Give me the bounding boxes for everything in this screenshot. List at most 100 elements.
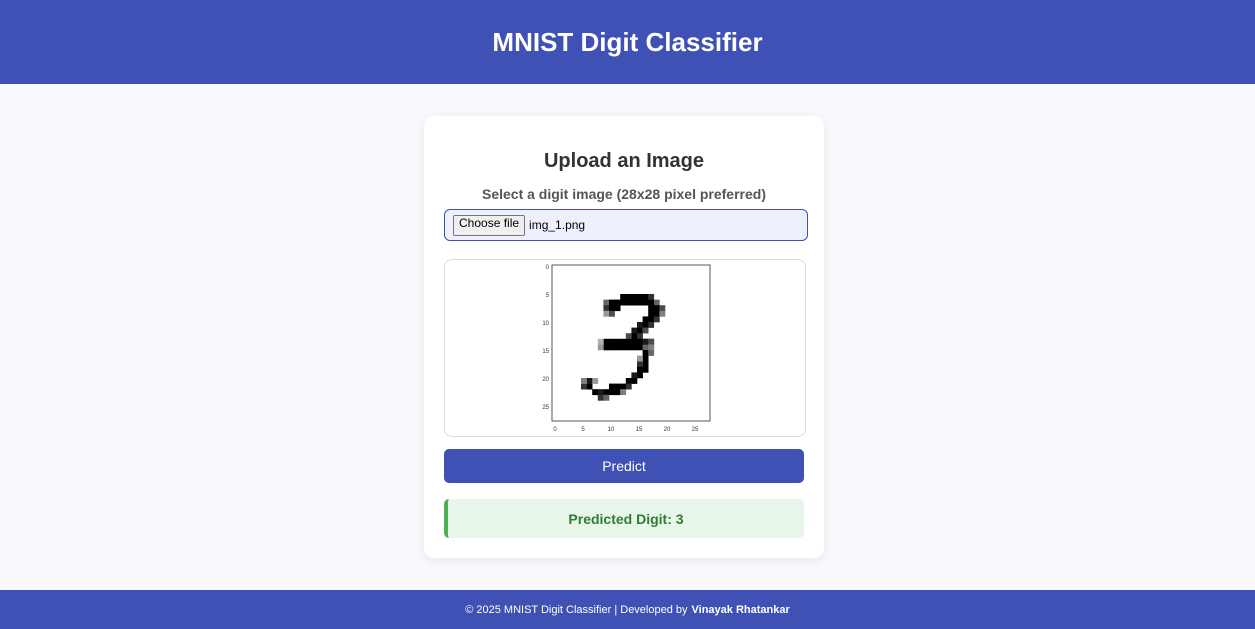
digit-pixel [625,378,632,384]
digit-pixel [609,299,615,306]
digit-pixel [614,338,621,345]
digit-pixel [653,310,660,317]
x-axis-ticks: 0 5 10 15 20 25 [553,427,699,433]
predict-button[interactable]: Predict [444,449,804,483]
x-tick-label: 10 [608,427,615,433]
footer-text: © 2025 MNIST Digit Classifier | Develope… [465,603,688,616]
digit-pixel [625,294,632,300]
x-tick-label: 25 [692,427,699,433]
digit-pixel [637,355,643,362]
digit-pixel [659,310,666,317]
digit-pixel [625,338,632,345]
digit-pixel [631,299,638,306]
y-tick-label: 0 [546,265,550,271]
digit-pixel [648,350,655,356]
digit-pixel [581,378,587,384]
digit-pixel [592,389,599,396]
digit-preview-plot: 0 5 10 15 20 25 0 5 10 15 20 25 [542,264,711,433]
digit-pixel [642,350,649,356]
prediction-result: Predicted Digit: 3 [444,499,804,538]
app-footer: © 2025 MNIST Digit Classifier | Develope… [0,590,1255,629]
digit-pixel [637,344,643,351]
digit-pixel [581,383,587,390]
digit-pixel [642,322,649,328]
digit-pixel [609,389,615,396]
digit-pixel [631,338,638,345]
digit-pixel [648,294,655,300]
digit-pixel [620,344,627,351]
digit-pixel [648,344,655,351]
digit-pixel [586,378,593,384]
digit-pixel [614,383,621,390]
digit-pixel [597,344,604,351]
digit-pixel [620,389,627,396]
digit-pixel [620,383,627,390]
y-tick-label: 10 [542,321,549,327]
digit-pixel [653,305,660,312]
digit-pixel [609,305,615,312]
digit-pixel-grid [581,294,666,401]
digit-pixel [609,383,615,390]
digit-pixel [625,333,632,340]
digit-pixel [637,333,643,340]
digit-pixel [637,372,643,379]
x-tick-label: 15 [636,427,643,433]
digit-pixel [631,372,638,379]
digit-pixel [603,389,610,396]
digit-pixel [648,338,655,345]
y-axis-ticks: 0 5 10 15 20 25 [542,265,549,411]
digit-pixel [642,344,649,351]
digit-pixel [637,294,643,300]
digit-pixel [625,299,632,306]
digit-pixel [642,338,649,345]
digit-pixel [597,338,604,345]
digit-pixel [614,389,621,396]
y-tick-label: 15 [542,349,549,355]
digit-pixel [642,299,649,306]
digit-pixel [603,344,610,351]
digit-pixel [603,305,610,312]
digit-pixel [631,344,638,351]
x-tick-label: 5 [581,427,585,433]
digit-pixel [637,361,643,368]
digit-pixel [642,366,649,373]
choose-file-button[interactable]: Choose file [453,214,526,236]
digit-pixel [637,322,643,328]
y-tick-label: 25 [542,405,549,411]
digit-pixel [659,305,666,312]
digit-pixel [642,361,649,368]
digit-pixel [614,344,621,351]
digit-pixel [637,299,643,306]
footer-author: Vinayak Rhatankar [691,603,790,616]
digit-pixel [642,316,649,323]
y-tick-label: 5 [546,293,550,299]
digit-pixel [648,322,655,328]
digit-pixel [620,299,627,306]
image-preview: 0 5 10 15 20 25 0 5 10 15 20 25 [444,259,806,437]
digit-pixel [637,327,643,334]
digit-pixel [625,344,632,351]
digit-pixel [653,299,660,306]
upload-instruction: Select a digit image (28x28 pixel prefer… [481,186,766,202]
digit-pixel [637,366,643,373]
digit-pixel [597,394,604,401]
digit-pixel [614,305,621,312]
digit-pixel [642,355,649,362]
digit-pixel [631,378,638,384]
digit-pixel [592,378,599,384]
digit-pixel [631,327,638,334]
digit-pixel [597,389,604,396]
app-title: MNIST Digit Classifier [492,26,763,57]
digit-pixel [648,305,655,312]
digit-pixel [603,299,610,306]
selected-file-name: img_1.png [529,218,586,232]
digit-pixel [642,327,649,334]
digit-pixel [625,383,632,390]
digit-pixel [631,294,638,300]
upload-heading: Upload an Image [543,150,705,172]
digit-pixel [653,316,660,323]
digit-pixel [603,338,610,345]
digit-pixel [637,338,643,345]
app-header: MNIST Digit Classifier [0,0,1255,84]
file-input[interactable]: Choose file img_1.png [444,209,808,241]
